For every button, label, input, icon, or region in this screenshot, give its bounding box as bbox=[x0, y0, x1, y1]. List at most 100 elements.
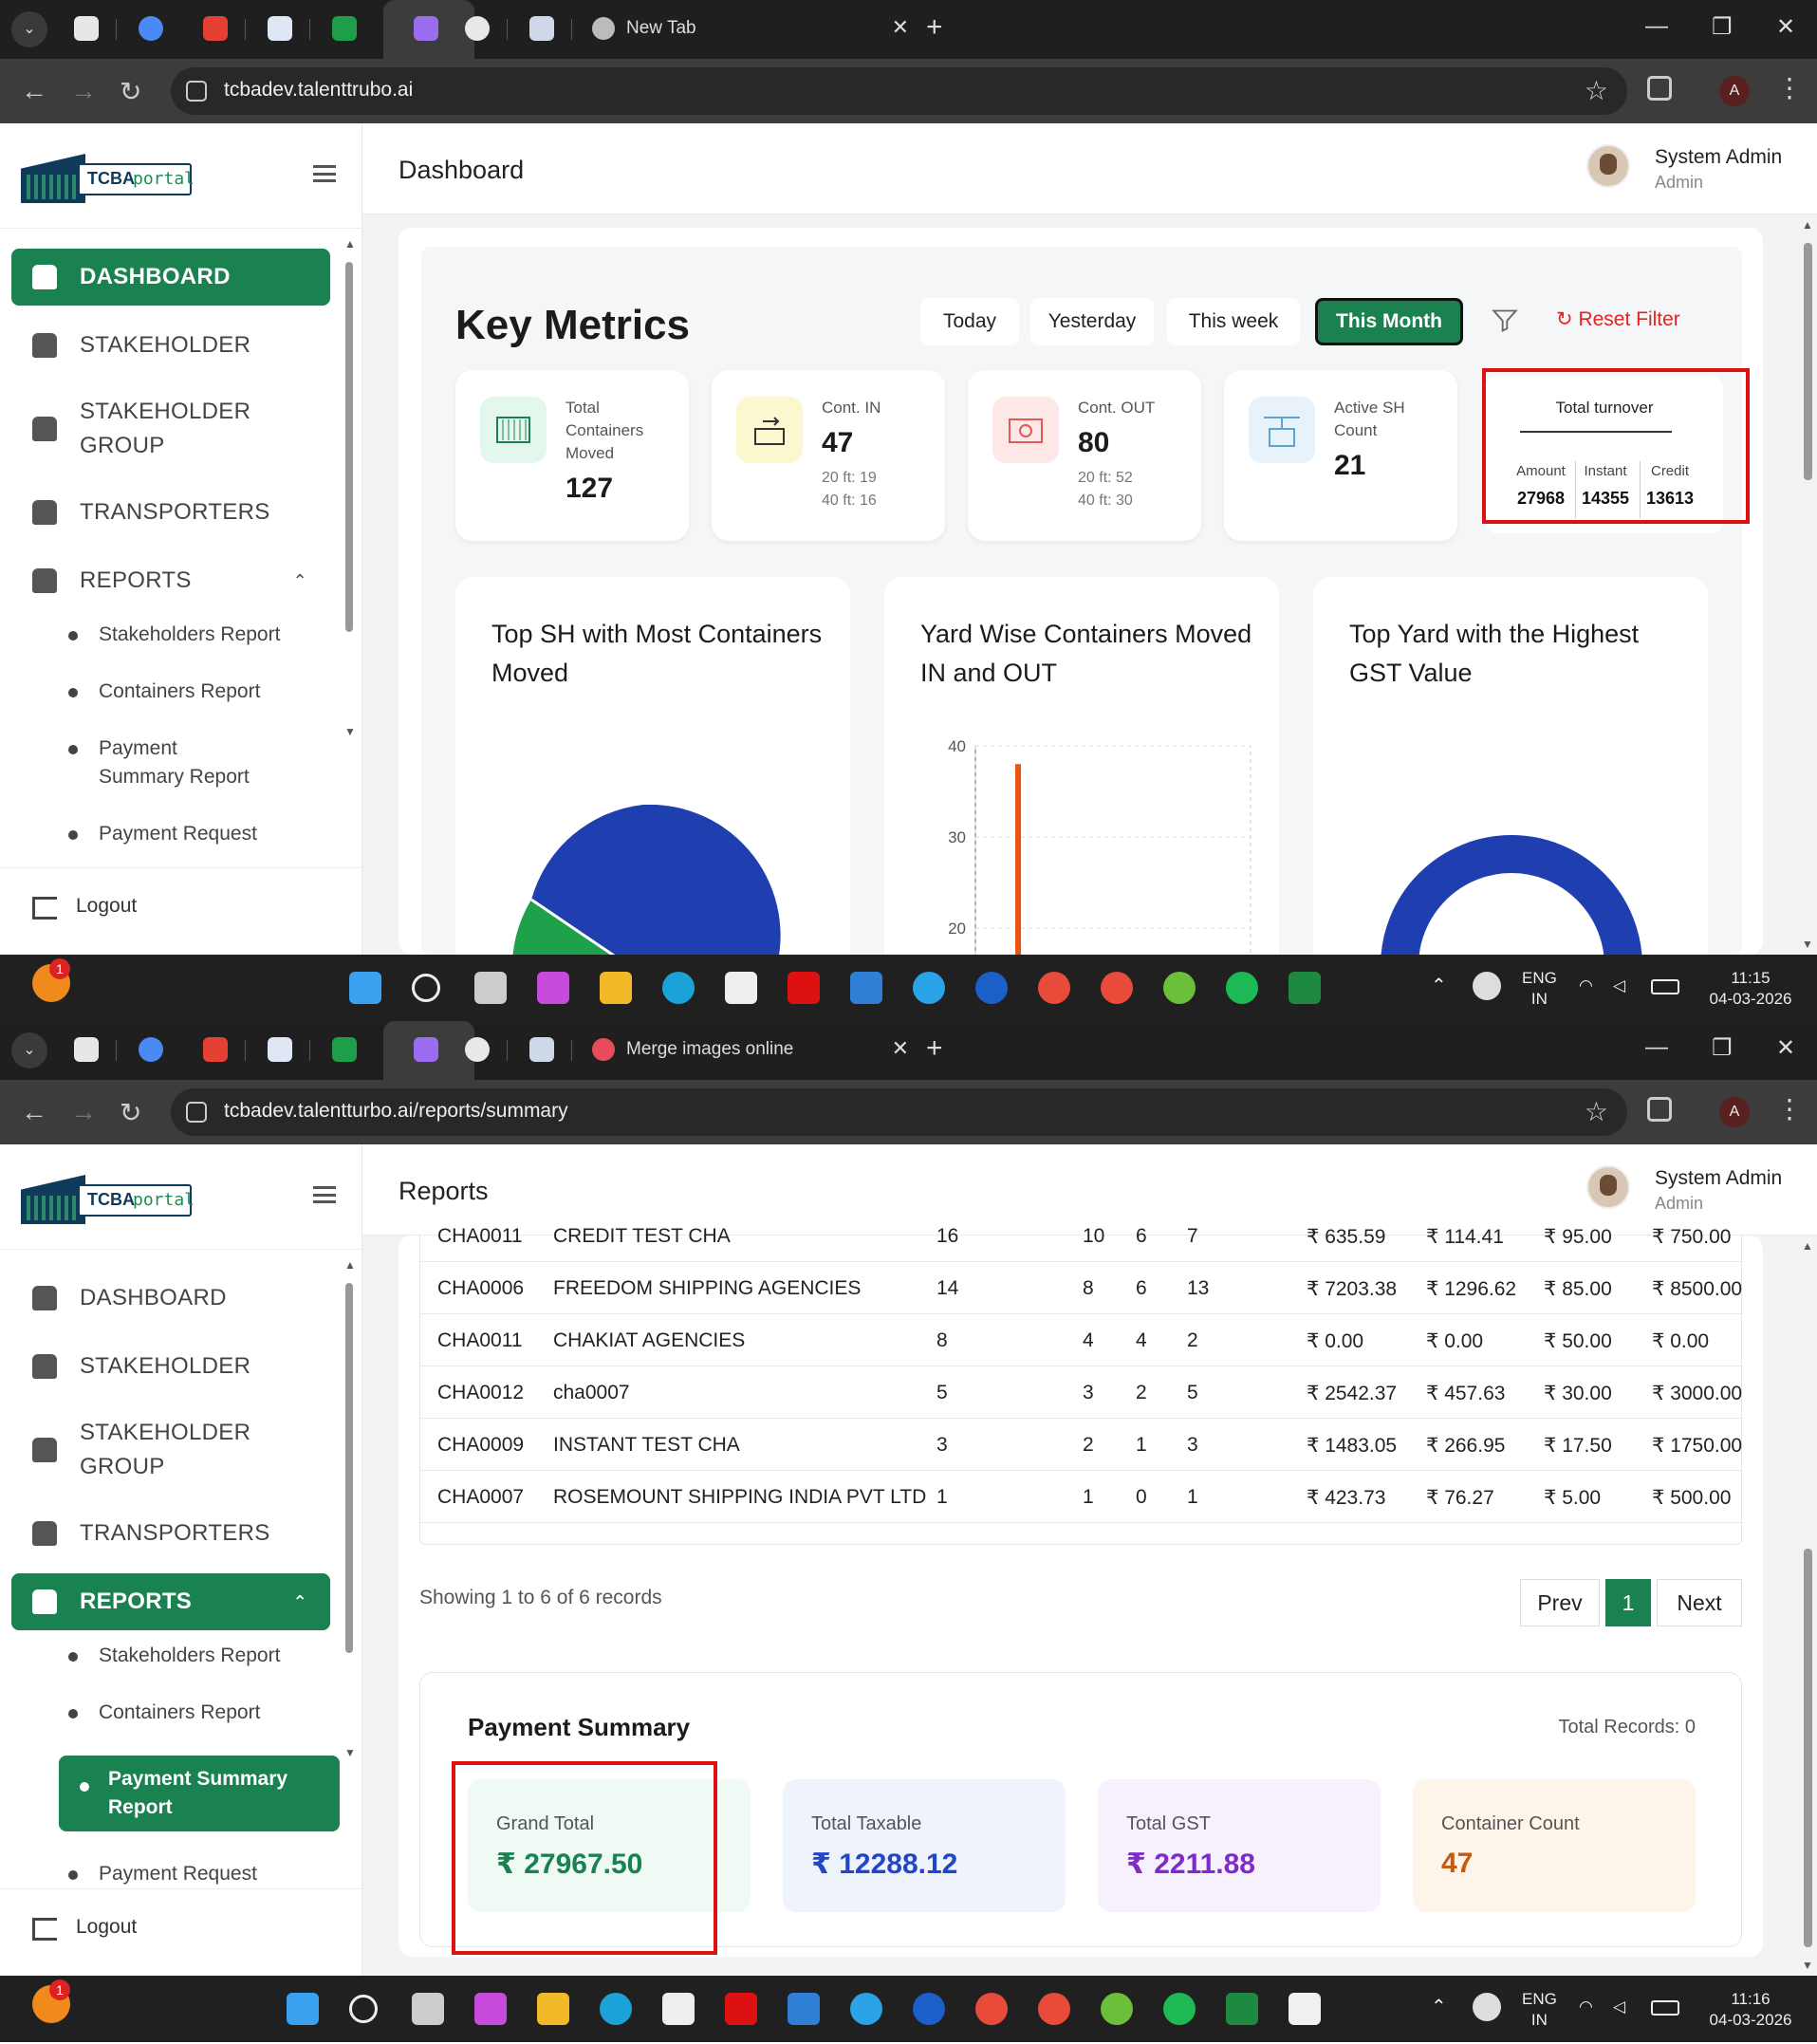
language-indicator[interactable]: ENG IN bbox=[1522, 968, 1557, 1010]
bookmark-star-icon[interactable]: ☆ bbox=[1585, 1096, 1608, 1127]
avatar[interactable] bbox=[1586, 1165, 1630, 1209]
sidebar-item-stakeholder[interactable]: STAKEHOLDER bbox=[11, 1338, 330, 1395]
new-tab-button[interactable]: + bbox=[926, 1032, 943, 1065]
mcafee-icon[interactable] bbox=[788, 972, 820, 1004]
chrome-icon[interactable] bbox=[1038, 972, 1070, 1004]
reload-icon[interactable]: ↻ bbox=[120, 1097, 141, 1128]
battery-icon[interactable] bbox=[1651, 2000, 1679, 2016]
copilot-icon[interactable] bbox=[474, 1993, 507, 2025]
volume-icon[interactable]: ◁ bbox=[1613, 1997, 1625, 2017]
site-info-icon[interactable] bbox=[186, 81, 207, 102]
new-tab-button[interactable]: + bbox=[926, 11, 943, 44]
menu-kebab-icon[interactable]: ⋮ bbox=[1776, 72, 1803, 103]
chart-tab-icon[interactable] bbox=[268, 1037, 292, 1062]
extensions-icon[interactable] bbox=[1647, 1097, 1672, 1122]
chrome-profile-icon[interactable] bbox=[1038, 1993, 1070, 2025]
reset-filter-button[interactable]: ↻ Reset Filter bbox=[1556, 307, 1680, 331]
close-window-button[interactable]: ✕ bbox=[1776, 1034, 1795, 1062]
url-text[interactable]: tcbadev.talentturbo.ai/reports/summary bbox=[224, 1100, 568, 1123]
battery-icon[interactable] bbox=[1651, 979, 1679, 994]
bar[interactable] bbox=[1015, 764, 1021, 955]
sub-item-payment-request-report[interactable]: Payment Request Report bbox=[68, 820, 268, 848]
filter-funnel-icon[interactable] bbox=[1492, 307, 1518, 334]
chatgpt-tab-icon[interactable] bbox=[465, 1037, 490, 1062]
bookmark-star-icon[interactable]: ☆ bbox=[1585, 75, 1608, 106]
excel-icon[interactable] bbox=[1226, 1993, 1258, 2025]
file-explorer-icon[interactable] bbox=[600, 972, 632, 1004]
windows-start-icon[interactable] bbox=[349, 972, 381, 1004]
back-icon[interactable]: ← bbox=[21, 1097, 47, 1127]
hamburger-icon[interactable] bbox=[313, 165, 336, 182]
tab-search-button[interactable]: ⌄ bbox=[11, 1032, 47, 1068]
utorrent-icon[interactable] bbox=[1101, 1993, 1133, 2025]
gemini-tab-icon[interactable] bbox=[139, 16, 163, 41]
filter-this-month-button[interactable]: This Month bbox=[1315, 298, 1463, 345]
task-view-icon[interactable] bbox=[412, 1993, 444, 2025]
chrome-icon[interactable] bbox=[975, 1993, 1008, 2025]
tab-merge-images[interactable]: Merge images online ✕ bbox=[581, 1021, 913, 1080]
table-row[interactable]: CHA0012 cha0007 5 3 2 5 ₹ 2542.37 ₹ 457.63 ₹ 30.… bbox=[420, 1367, 1743, 1419]
help-icon[interactable] bbox=[913, 972, 945, 1004]
task-view-icon[interactable] bbox=[474, 972, 507, 1004]
sub-item-payment-summary-report[interactable]: Payment Summary Report bbox=[68, 734, 268, 791]
copilot-icon[interactable] bbox=[537, 972, 569, 1004]
page-scrollbar[interactable]: ▲ ▼ bbox=[1799, 1236, 1817, 1976]
excel-icon[interactable] bbox=[1289, 972, 1321, 1004]
clock[interactable]: 11:16 04-03-2026 bbox=[1698, 1989, 1803, 2031]
sidebar-item-reports[interactable]: REPORTS ⌃ bbox=[11, 1573, 330, 1630]
edge-icon[interactable] bbox=[662, 972, 695, 1004]
chevron-up-icon[interactable]: ⌃ bbox=[1431, 1997, 1447, 2017]
omnibox[interactable]: tcbadev.talentturbo.ai/reports/summary ☆ bbox=[171, 1088, 1627, 1136]
gemini-tab-icon[interactable] bbox=[139, 1037, 163, 1062]
page-1-button[interactable]: 1 bbox=[1605, 1579, 1651, 1626]
filter-yesterday-button[interactable]: Yesterday bbox=[1030, 298, 1154, 345]
filter-this-week-button[interactable]: This week bbox=[1167, 298, 1300, 345]
extensions-icon[interactable] bbox=[1647, 76, 1672, 101]
chevron-up-icon[interactable]: ⌃ bbox=[1431, 976, 1447, 996]
sidebar-item-transporters[interactable]: TRANSPORTERS bbox=[11, 484, 330, 541]
sheets-tab-icon[interactable] bbox=[332, 1037, 357, 1062]
sidebar-scrollbar[interactable]: ▲ ▼ bbox=[344, 237, 356, 740]
chart-tab-icon[interactable] bbox=[268, 16, 292, 41]
table-row[interactable]: CHA0006 FREEDOM SHIPPING AGENCIES 14 8 6 13 ₹ … bbox=[420, 1263, 1743, 1314]
sidebar-item-stakeholder[interactable]: STAKEHOLDER bbox=[11, 317, 330, 374]
wifi-icon[interactable]: ◠ bbox=[1579, 976, 1593, 996]
sidebar-item-dashboard[interactable]: DASHBOARD bbox=[11, 249, 330, 306]
sidebar-item-dashboard[interactable]: DASHBOARD bbox=[11, 1270, 330, 1327]
clock[interactable]: 11:15 04-03-2026 bbox=[1698, 968, 1803, 1010]
sub-item-payment-request-report[interactable]: Payment Request Report bbox=[68, 1860, 268, 1888]
sub-item-containers-report[interactable]: Containers Report bbox=[68, 1699, 330, 1727]
store-icon[interactable] bbox=[725, 972, 757, 1004]
logout-button[interactable]: Logout bbox=[0, 867, 362, 955]
store-icon[interactable] bbox=[662, 1993, 695, 2025]
sub-item-payment-summary-report[interactable]: Payment Summary Report bbox=[59, 1756, 340, 1831]
reload-icon[interactable]: ↻ bbox=[120, 76, 141, 107]
sub-item-stakeholders-report[interactable]: Stakeholders Report bbox=[68, 1642, 330, 1670]
onedrive-icon[interactable] bbox=[1473, 972, 1501, 1000]
onedrive-icon[interactable] bbox=[1473, 1993, 1501, 2021]
forward-icon[interactable]: → bbox=[70, 1097, 97, 1127]
spotify-icon[interactable] bbox=[1226, 972, 1258, 1004]
avatar[interactable] bbox=[1586, 144, 1630, 188]
site-info-icon[interactable] bbox=[186, 1102, 207, 1123]
logout-button[interactable]: Logout bbox=[0, 1888, 362, 1976]
search-icon[interactable] bbox=[412, 974, 440, 1002]
minimize-button[interactable]: — bbox=[1645, 13, 1668, 40]
profile-avatar[interactable]: A bbox=[1719, 1097, 1750, 1127]
url-text[interactable]: tcbadev.talenttrubo.ai bbox=[224, 79, 413, 102]
omnibox[interactable]: tcbadev.talenttrubo.ai ☆ bbox=[171, 67, 1627, 115]
notification-badge-icon[interactable]: 1 bbox=[32, 958, 70, 1002]
tab-favicon[interactable] bbox=[74, 16, 99, 41]
hamburger-icon[interactable] bbox=[313, 1186, 336, 1203]
active-tab[interactable] bbox=[383, 0, 474, 59]
language-indicator[interactable]: ENG IN bbox=[1522, 1989, 1557, 2031]
restore-button[interactable]: ❐ bbox=[1712, 1034, 1733, 1062]
sidebar-item-reports[interactable]: REPORTS ⌃ bbox=[11, 552, 330, 609]
chrome-profile-icon[interactable] bbox=[1101, 972, 1133, 1004]
active-tab[interactable] bbox=[383, 1021, 474, 1080]
sheets-tab-icon[interactable] bbox=[332, 16, 357, 41]
prev-page-button[interactable]: Prev bbox=[1520, 1579, 1600, 1626]
restore-button[interactable]: ❐ bbox=[1712, 13, 1733, 41]
spotify-icon[interactable] bbox=[1163, 1993, 1196, 2025]
search-icon[interactable] bbox=[349, 1995, 378, 2023]
